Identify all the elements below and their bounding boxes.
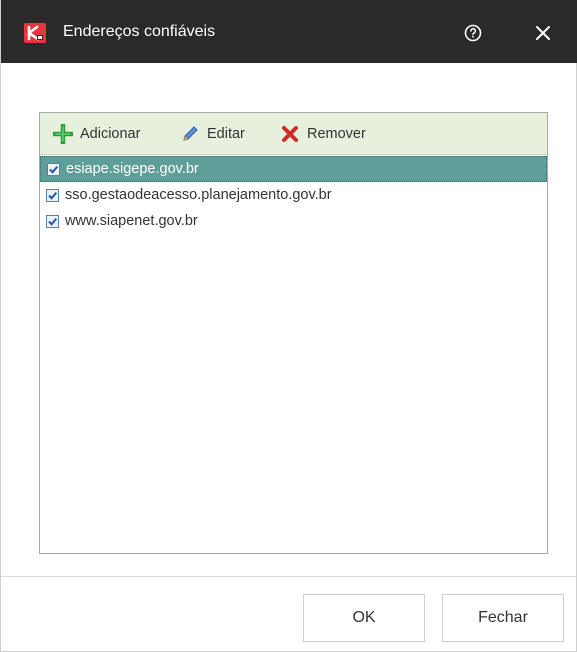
list-item-label: www.siapenet.gov.br xyxy=(65,213,198,229)
list-item-label: esiape.sigepe.gov.br xyxy=(66,161,199,177)
ok-button[interactable]: OK xyxy=(303,594,425,642)
edit-button-label: Editar xyxy=(207,126,245,142)
window-title: Endereços confiáveis xyxy=(63,23,216,40)
plus-icon xyxy=(53,124,73,144)
checkmark-icon xyxy=(48,191,58,200)
kaspersky-logo-icon xyxy=(24,23,46,43)
add-button[interactable]: Adicionar xyxy=(53,123,140,145)
address-list: esiape.sigepe.gov.br sso.gestaodeacesso.… xyxy=(40,156,547,234)
list-item[interactable]: www.siapenet.gov.br xyxy=(40,208,547,234)
remove-button[interactable]: Remover xyxy=(280,123,366,145)
list-toolbar: Adicionar Editar Remover xyxy=(40,113,547,155)
title-bar: Endereços confiáveis xyxy=(1,0,577,63)
remove-button-label: Remover xyxy=(307,126,366,142)
trusted-addresses-list-panel: Adicionar Editar Remover esiape.sigepe.g… xyxy=(39,112,548,554)
list-item[interactable]: sso.gestaodeacesso.planejamento.gov.br xyxy=(40,182,547,208)
checkmark-icon xyxy=(49,165,59,174)
help-circle-icon[interactable] xyxy=(463,23,483,43)
edit-button[interactable]: Editar xyxy=(180,123,245,145)
pencil-icon xyxy=(183,126,198,141)
checkbox[interactable] xyxy=(46,188,59,202)
list-item[interactable]: esiape.sigepe.gov.br xyxy=(40,156,547,182)
add-button-label: Adicionar xyxy=(80,126,141,142)
close-icon[interactable] xyxy=(531,21,555,45)
close-button[interactable]: Fechar xyxy=(442,594,564,642)
list-item-label: sso.gestaodeacesso.planejamento.gov.br xyxy=(65,187,332,203)
footer-divider xyxy=(1,576,576,577)
x-icon xyxy=(282,126,298,142)
checkmark-icon xyxy=(48,217,58,226)
checkbox[interactable] xyxy=(47,162,60,176)
trusted-addresses-dialog: Endereços confiáveis Adicionar Editar Re… xyxy=(0,0,577,652)
checkbox[interactable] xyxy=(46,214,59,228)
